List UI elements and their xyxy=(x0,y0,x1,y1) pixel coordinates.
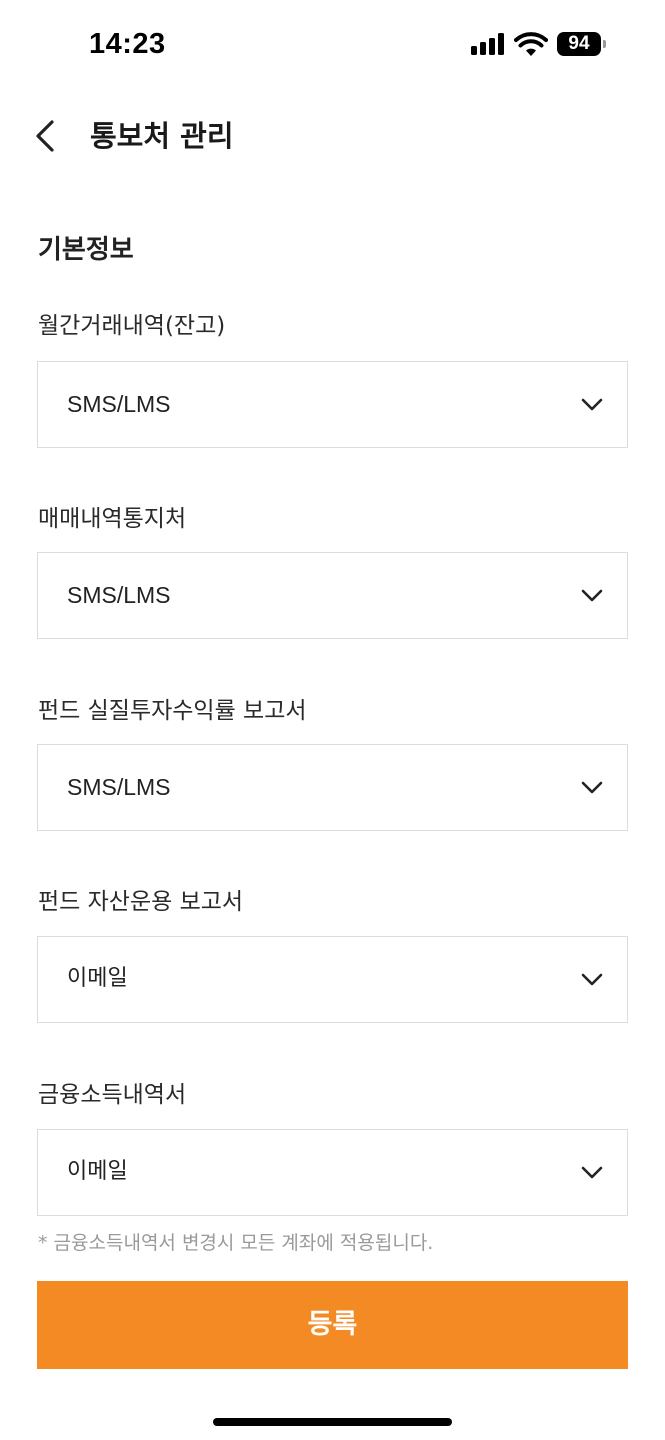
battery-level: 94 xyxy=(557,32,601,56)
page-header: 통보처 관리 xyxy=(0,100,665,172)
footnote: * 금융소득내역서 변경시 모든 계좌에 적용됩니다. xyxy=(38,1232,434,1254)
chevron-down-icon xyxy=(581,973,603,986)
select-fund-return-report[interactable]: SMS/LMS xyxy=(37,744,628,831)
select-value: 이메일 xyxy=(67,1159,128,1184)
field-label-trade-notice: 매매내역통지처 xyxy=(38,506,187,532)
field-label-monthly-statement: 월간거래내역(잔고) xyxy=(38,313,226,339)
page-title: 통보처 관리 xyxy=(90,119,234,153)
section-title: 기본정보 xyxy=(38,235,134,265)
select-value: 이메일 xyxy=(67,966,128,991)
home-indicator xyxy=(213,1418,452,1426)
status-time: 14:23 xyxy=(89,28,166,60)
chevron-down-icon xyxy=(581,1166,603,1179)
chevron-left-icon[interactable] xyxy=(30,116,60,156)
chevron-down-icon xyxy=(581,781,603,794)
chevron-down-icon xyxy=(581,589,603,602)
field-label-fund-asset-report: 펀드 자산운용 보고서 xyxy=(38,889,244,915)
status-bar: 14:23 94 xyxy=(0,0,665,90)
select-monthly-statement[interactable]: SMS/LMS xyxy=(37,361,628,448)
battery-icon: 94 xyxy=(557,32,607,56)
chevron-down-icon xyxy=(581,398,603,411)
select-financial-income[interactable]: 이메일 xyxy=(37,1129,628,1216)
select-value: SMS/LMS xyxy=(67,582,171,608)
select-value: SMS/LMS xyxy=(67,391,171,417)
select-trade-notice[interactable]: SMS/LMS xyxy=(37,552,628,639)
field-label-financial-income: 금융소득내역서 xyxy=(38,1082,187,1108)
field-label-fund-return-report: 펀드 실질투자수익률 보고서 xyxy=(38,698,307,724)
wifi-icon xyxy=(514,32,548,56)
select-value: SMS/LMS xyxy=(67,774,171,800)
signal-icon xyxy=(471,33,507,55)
select-fund-asset-report[interactable]: 이메일 xyxy=(37,936,628,1023)
register-button[interactable]: 등록 xyxy=(37,1281,628,1369)
